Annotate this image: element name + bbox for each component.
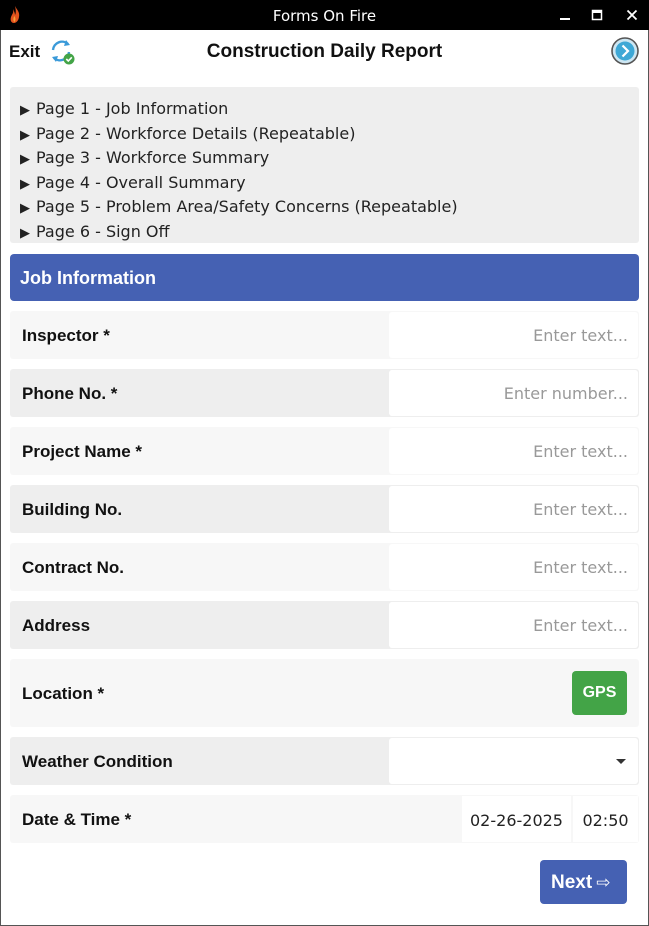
maximize-button[interactable] — [580, 0, 614, 30]
triangle-right-icon: ▶ — [20, 176, 30, 192]
next-button[interactable]: Next ⇨ — [540, 860, 627, 904]
close-button[interactable] — [615, 0, 649, 30]
location-row: Location * GPS — [10, 659, 639, 727]
datetime-row: Date & Time * 02-26-2025 02:50 — [10, 795, 639, 843]
maximize-icon — [591, 9, 603, 21]
datetime-label: Date & Time * — [22, 810, 132, 829]
section-header-job-information: Job Information — [10, 254, 639, 301]
close-icon — [626, 9, 638, 21]
location-label: Location * — [22, 684, 105, 703]
building-no-input[interactable]: Enter text... — [389, 486, 638, 532]
address-row: Address Enter text... — [10, 601, 639, 649]
page-navigation-list: ▶ Page 1 - Job Information ▶ Page 2 - Work… — [10, 87, 639, 243]
page-link-3[interactable]: ▶ Page 3 - Workforce Summary — [20, 147, 639, 172]
inspector-label: Inspector * — [22, 326, 110, 345]
weather-label: Weather Condition — [22, 752, 173, 771]
weather-select[interactable] — [389, 738, 638, 784]
date-picker[interactable]: 02-26-2025 — [462, 796, 571, 842]
address-input[interactable]: Enter text... — [389, 602, 638, 648]
building-no-label: Building No. — [22, 500, 123, 519]
triangle-right-icon: ▶ — [20, 127, 30, 143]
page-link-2[interactable]: ▶ Page 2 - Workforce Details (Repeatable) — [20, 123, 639, 148]
phone-row: Phone No. * Enter number... — [10, 369, 639, 417]
project-name-label: Project Name * — [22, 442, 142, 461]
form-title: Construction Daily Report — [206, 41, 443, 62]
page-link-5[interactable]: ▶ Page 5 - Problem Area/Safety Concerns (… — [20, 196, 639, 221]
contract-no-label: Contract No. — [22, 558, 124, 577]
triangle-right-icon: ▶ — [20, 201, 30, 217]
minimize-button[interactable] — [548, 0, 582, 30]
phone-input[interactable]: Enter number... — [389, 370, 638, 416]
contract-no-row: Contract No. Enter text... — [10, 543, 639, 591]
triangle-right-icon: ▶ — [20, 103, 30, 118]
project-name-input[interactable]: Enter text... — [389, 428, 638, 474]
page-link-1[interactable]: ▶ Page 1 - Job Information — [20, 98, 639, 123]
gps-button[interactable]: GPS — [572, 671, 627, 715]
minimize-icon — [560, 18, 570, 20]
inspector-row: Inspector * Enter text... — [10, 311, 639, 359]
project-name-row: Project Name * Enter text... — [10, 427, 639, 475]
weather-row: Weather Condition — [10, 737, 639, 785]
next-label: Next — [551, 872, 593, 893]
inspector-input[interactable]: Enter text... — [389, 312, 638, 358]
window-titlebar: Forms On Fire — [0, 0, 649, 30]
page-link-6[interactable]: ▶ Page 6 - Sign Off — [20, 221, 639, 246]
arrow-right-icon: ⇨ — [596, 873, 611, 892]
caret-down-icon — [616, 759, 626, 764]
page-link-4[interactable]: ▶ Page 4 - Overall Summary — [20, 172, 639, 197]
building-no-row: Building No. Enter text... — [10, 485, 639, 533]
time-picker[interactable]: 02:50 — [573, 796, 638, 842]
triangle-right-icon: ▶ — [20, 225, 30, 241]
chevron-right-circle-icon[interactable] — [610, 36, 640, 66]
triangle-right-icon: ▶ — [20, 152, 30, 168]
phone-label: Phone No. * — [22, 384, 118, 403]
address-label: Address — [22, 616, 91, 635]
contract-no-input[interactable]: Enter text... — [389, 544, 638, 590]
